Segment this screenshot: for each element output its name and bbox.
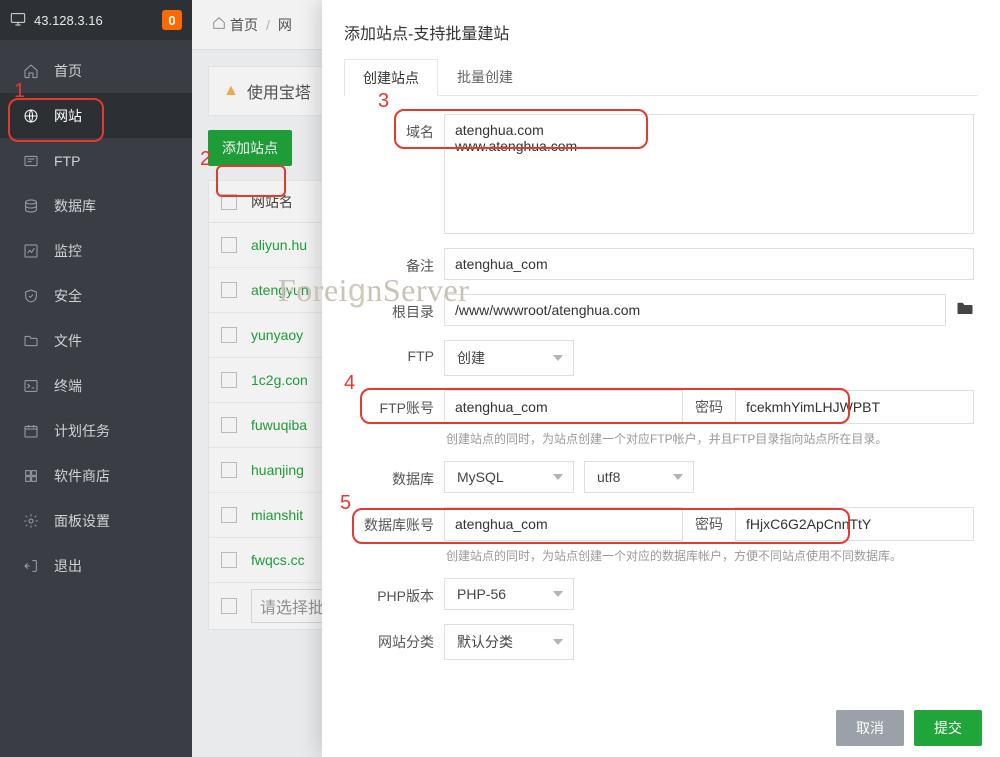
sidebar-item-website[interactable]: 网站 bbox=[0, 93, 192, 138]
db-account-input[interactable] bbox=[444, 507, 683, 541]
label-db-password: 密码 bbox=[683, 507, 735, 541]
label-root: 根目录 bbox=[348, 294, 444, 322]
sidebar-item-terminal[interactable]: 终端 bbox=[0, 363, 192, 408]
category-select[interactable]: 默认分类 bbox=[444, 624, 574, 660]
label-domain: 域名 bbox=[348, 114, 444, 142]
modal-title: 添加站点-支持批量建站 bbox=[322, 0, 1000, 58]
database-icon bbox=[22, 197, 40, 215]
ftp-password-input[interactable] bbox=[735, 390, 974, 424]
add-site-modal: 添加站点-支持批量建站 创建站点 批量创建 域名 备注 根目录 FTP 创建 F… bbox=[322, 0, 1000, 757]
tab-batch-create[interactable]: 批量创建 bbox=[438, 58, 532, 95]
tab-create-site[interactable]: 创建站点 bbox=[344, 59, 438, 96]
terminal-icon bbox=[22, 377, 40, 395]
sidebar-item-files[interactable]: 文件 bbox=[0, 318, 192, 363]
sidebar-item-label: 面板设置 bbox=[54, 511, 110, 531]
db-type-select[interactable]: MySQL bbox=[444, 461, 574, 493]
label-ftp-password: 密码 bbox=[683, 390, 735, 424]
ftp-icon bbox=[22, 152, 40, 170]
modal-footer: 取消 提交 bbox=[322, 699, 1000, 757]
label-category: 网站分类 bbox=[348, 624, 444, 652]
domain-textarea[interactable] bbox=[444, 114, 974, 234]
db-charset-select[interactable]: utf8 bbox=[584, 461, 694, 493]
notification-badge[interactable]: 0 bbox=[162, 10, 182, 30]
folder-icon bbox=[22, 332, 40, 350]
sidebar-item-label: 网站 bbox=[54, 106, 82, 126]
calendar-icon bbox=[22, 422, 40, 440]
label-database: 数据库 bbox=[348, 461, 444, 489]
sidebar-item-label: 数据库 bbox=[54, 196, 96, 216]
shield-icon bbox=[22, 287, 40, 305]
sidebar-item-monitor[interactable]: 监控 bbox=[0, 228, 192, 273]
sidebar-item-label: 计划任务 bbox=[54, 421, 110, 441]
sidebar-item-logout[interactable]: 退出 bbox=[0, 543, 192, 588]
db-hint-text: 创建站点的同时，为站点创建一个对应的数据库帐户，方便不同站点使用不同数据库。 bbox=[444, 547, 974, 564]
globe-icon bbox=[22, 107, 40, 125]
root-dir-input[interactable] bbox=[444, 294, 946, 326]
sidebar-item-label: 首页 bbox=[54, 61, 82, 81]
sidebar-item-label: 文件 bbox=[54, 331, 82, 351]
sidebar-item-label: 监控 bbox=[54, 241, 82, 261]
remark-input[interactable] bbox=[444, 248, 974, 280]
php-version-select[interactable]: PHP-56 bbox=[444, 578, 574, 610]
submit-button[interactable]: 提交 bbox=[914, 710, 982, 746]
modal-form: 域名 备注 根目录 FTP 创建 FTP账号 密码 bbox=[322, 114, 1000, 699]
sidebar-item-security[interactable]: 安全 bbox=[0, 273, 192, 318]
chart-icon bbox=[22, 242, 40, 260]
ftp-hint-text: 创建站点的同时，为站点创建一个对应FTP帐户，并且FTP目录指向站点所在目录。 bbox=[444, 430, 974, 447]
sidebar-item-label: FTP bbox=[54, 153, 80, 169]
sidebar-item-label: 终端 bbox=[54, 376, 82, 396]
browse-folder-icon[interactable] bbox=[956, 300, 974, 321]
sidebar: 43.128.3.16 0 首页 网站 FTP 数据库 监控 安全 bbox=[0, 0, 192, 757]
label-remark: 备注 bbox=[348, 248, 444, 276]
sidebar-item-label: 退出 bbox=[54, 556, 82, 576]
label-php-version: PHP版本 bbox=[348, 578, 444, 606]
home-icon bbox=[22, 62, 40, 80]
cancel-button[interactable]: 取消 bbox=[836, 710, 904, 746]
sidebar-item-ftp[interactable]: FTP bbox=[0, 138, 192, 183]
sidebar-item-home[interactable]: 首页 bbox=[0, 48, 192, 93]
sidebar-item-label: 安全 bbox=[54, 286, 82, 306]
monitor-icon bbox=[10, 12, 26, 29]
ftp-select[interactable]: 创建 bbox=[444, 340, 574, 376]
sidebar-item-database[interactable]: 数据库 bbox=[0, 183, 192, 228]
sidebar-item-softshop[interactable]: 软件商店 bbox=[0, 453, 192, 498]
label-ftp-account: FTP账号 bbox=[348, 390, 444, 418]
ftp-account-input[interactable] bbox=[444, 390, 683, 424]
label-ftp: FTP bbox=[348, 340, 444, 364]
topbar: 43.128.3.16 0 bbox=[0, 0, 192, 40]
sidebar-list: 首页 网站 FTP 数据库 监控 安全 文件 终端 bbox=[0, 40, 192, 588]
modal-tabs: 创建站点 批量创建 bbox=[344, 58, 978, 96]
logout-icon bbox=[22, 557, 40, 575]
sidebar-item-label: 软件商店 bbox=[54, 466, 110, 486]
db-password-input[interactable] bbox=[735, 507, 974, 541]
sidebar-item-panelset[interactable]: 面板设置 bbox=[0, 498, 192, 543]
server-ip: 43.128.3.16 bbox=[34, 13, 162, 28]
gear-icon bbox=[22, 512, 40, 530]
sidebar-item-cron[interactable]: 计划任务 bbox=[0, 408, 192, 453]
label-db-account: 数据库账号 bbox=[348, 507, 444, 535]
grid-icon bbox=[22, 467, 40, 485]
